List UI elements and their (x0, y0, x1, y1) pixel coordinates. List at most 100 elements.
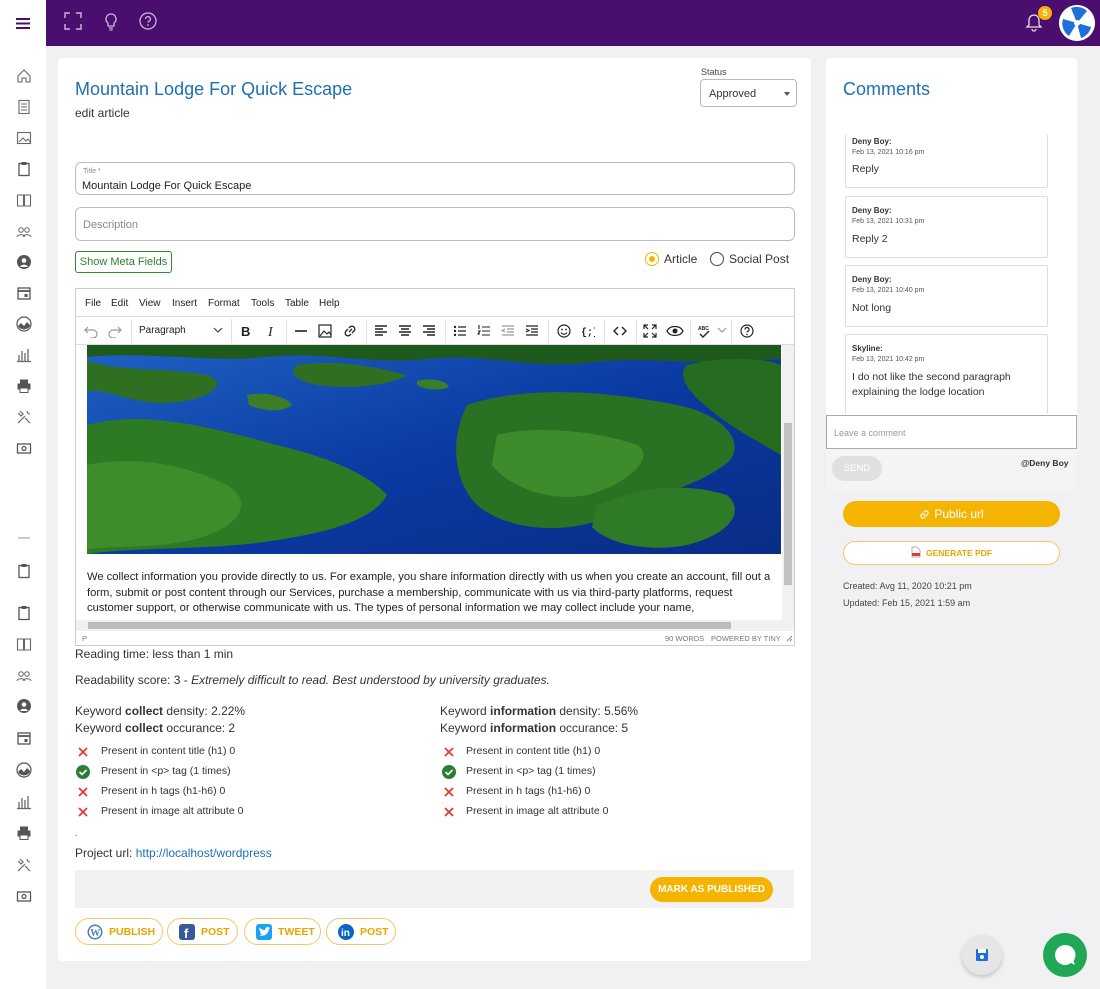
editor-horizontal-scrollbar[interactable] (76, 620, 794, 631)
emoji-icon[interactable] (557, 324, 571, 338)
comment-text: Reply (852, 163, 879, 175)
group-icon[interactable] (16, 667, 32, 683)
chart-circle-icon[interactable] (16, 316, 32, 332)
menu-tools[interactable]: Tools (251, 298, 274, 309)
redo-icon[interactable] (108, 324, 122, 338)
undo-icon[interactable] (84, 324, 98, 338)
show-meta-fields-button[interactable]: Show Meta Fields (75, 251, 172, 273)
scrollbar-thumb[interactable] (88, 622, 731, 629)
avatar[interactable] (1059, 5, 1095, 41)
book-icon[interactable] (16, 636, 32, 652)
clipboard-icon[interactable] (16, 161, 32, 177)
code-icon[interactable] (613, 324, 627, 338)
title-field[interactable]: Title * Mountain Lodge For Quick Escape (75, 162, 795, 195)
bar-chart-icon[interactable] (16, 794, 32, 810)
chat-button[interactable] (1043, 933, 1087, 977)
book-icon[interactable] (16, 192, 32, 208)
tools-icon[interactable] (16, 409, 32, 425)
calendar-icon[interactable] (16, 285, 32, 301)
cross-icon (442, 805, 456, 819)
image-icon[interactable] (318, 324, 332, 338)
fullscreen-icon[interactable] (64, 12, 86, 34)
comment-item: Deny Boy: Feb 13, 2021 10:40 pm Not long (845, 265, 1048, 327)
linkedin-post-button[interactable]: in POST (326, 918, 396, 945)
generate-pdf-button[interactable]: GENERATE PDF (843, 541, 1060, 565)
block-format-select[interactable]: Paragraph (139, 325, 186, 336)
print-icon[interactable] (16, 378, 32, 394)
article-radio[interactable] (645, 252, 659, 266)
element-path[interactable]: P (82, 634, 87, 643)
user-circle-icon[interactable] (16, 698, 32, 714)
lightbulb-icon[interactable] (102, 12, 124, 34)
home-icon[interactable] (16, 68, 32, 84)
bold-icon[interactable]: B (239, 324, 253, 338)
user-circle-icon[interactable] (16, 254, 32, 270)
preview-eye-icon[interactable] (666, 324, 684, 338)
keyword-word: collect (125, 721, 164, 735)
status-select[interactable]: Approved (700, 79, 797, 107)
mark-as-published-button[interactable]: MARK AS PUBLISHED (650, 877, 773, 902)
group-icon[interactable] (16, 223, 32, 239)
public-url-button[interactable]: Public url (843, 501, 1060, 527)
status-value: Approved (709, 88, 757, 100)
social-post-radio[interactable] (710, 252, 724, 266)
description-placeholder: Description (83, 219, 139, 231)
chevron-down-icon[interactable] (717, 326, 731, 340)
spellcheck-icon[interactable]: ABC (697, 324, 713, 338)
indent-icon[interactable] (525, 324, 539, 338)
toolbar-separator (636, 319, 637, 343)
seo-check-text: Present in content title (h1) 0 (466, 745, 601, 757)
italic-icon[interactable]: I (264, 324, 278, 338)
menu-view[interactable]: View (139, 298, 161, 309)
menu-file[interactable]: File (85, 298, 101, 309)
scrollbar-thumb[interactable] (784, 423, 792, 585)
menu-help[interactable]: Help (319, 298, 340, 309)
horizontal-rule-icon[interactable] (294, 324, 308, 338)
template-icon[interactable]: {;} (581, 324, 595, 338)
document-icon[interactable] (16, 99, 32, 115)
outdent-icon[interactable] (501, 324, 515, 338)
fullscreen-icon[interactable] (643, 324, 657, 338)
twitter-tweet-button[interactable]: TWEET (244, 918, 321, 945)
align-right-icon[interactable] (422, 324, 436, 338)
menu-table[interactable]: Table (285, 298, 309, 309)
bar-chart-icon[interactable] (16, 347, 32, 363)
chevron-down-icon[interactable] (213, 326, 227, 340)
help-icon[interactable] (139, 12, 161, 34)
money-icon[interactable] (16, 440, 32, 456)
numbered-list-icon[interactable] (477, 324, 491, 338)
send-comment-button[interactable]: SEND (832, 456, 882, 481)
tools-icon[interactable] (16, 857, 32, 873)
reply-mention: @Deny Boy (1021, 458, 1069, 468)
word-count[interactable]: 90 WORDS (665, 634, 704, 643)
comment-input[interactable]: Leave a comment (826, 415, 1077, 449)
sidebar (0, 46, 46, 989)
svg-text:{;}: {;} (581, 327, 595, 338)
menu-toggle-button[interactable] (0, 0, 46, 46)
menu-insert[interactable]: Insert (172, 298, 197, 309)
calendar-icon[interactable] (16, 730, 32, 746)
bullet-list-icon[interactable] (453, 324, 467, 338)
align-center-icon[interactable] (398, 324, 412, 338)
project-url-link[interactable]: http://localhost/wordpress (136, 846, 272, 860)
description-field[interactable]: Description (75, 207, 795, 241)
money-icon[interactable] (16, 888, 32, 904)
menu-format[interactable]: Format (208, 298, 240, 309)
clipboard-icon[interactable] (16, 563, 32, 579)
editor-vertical-scrollbar[interactable] (782, 345, 794, 620)
wordpress-publish-button[interactable]: W PUBLISH (75, 918, 163, 945)
gallery-icon[interactable] (16, 130, 32, 146)
powered-by[interactable]: POWERED BY TINY (711, 634, 781, 643)
save-button[interactable] (962, 935, 1002, 975)
align-left-icon[interactable] (374, 324, 388, 338)
help-icon[interactable] (740, 324, 754, 338)
menu-edit[interactable]: Edit (111, 298, 128, 309)
clipboard-icon[interactable] (16, 605, 32, 621)
link-icon[interactable] (343, 324, 357, 338)
chart-circle-icon[interactable] (16, 762, 32, 778)
print-icon[interactable] (16, 825, 32, 841)
status-label: Status (701, 67, 727, 77)
editor-content[interactable]: We collect information you provide direc… (76, 345, 782, 620)
resize-handle-icon[interactable] (786, 635, 793, 642)
facebook-post-button[interactable]: f POST (167, 918, 238, 945)
